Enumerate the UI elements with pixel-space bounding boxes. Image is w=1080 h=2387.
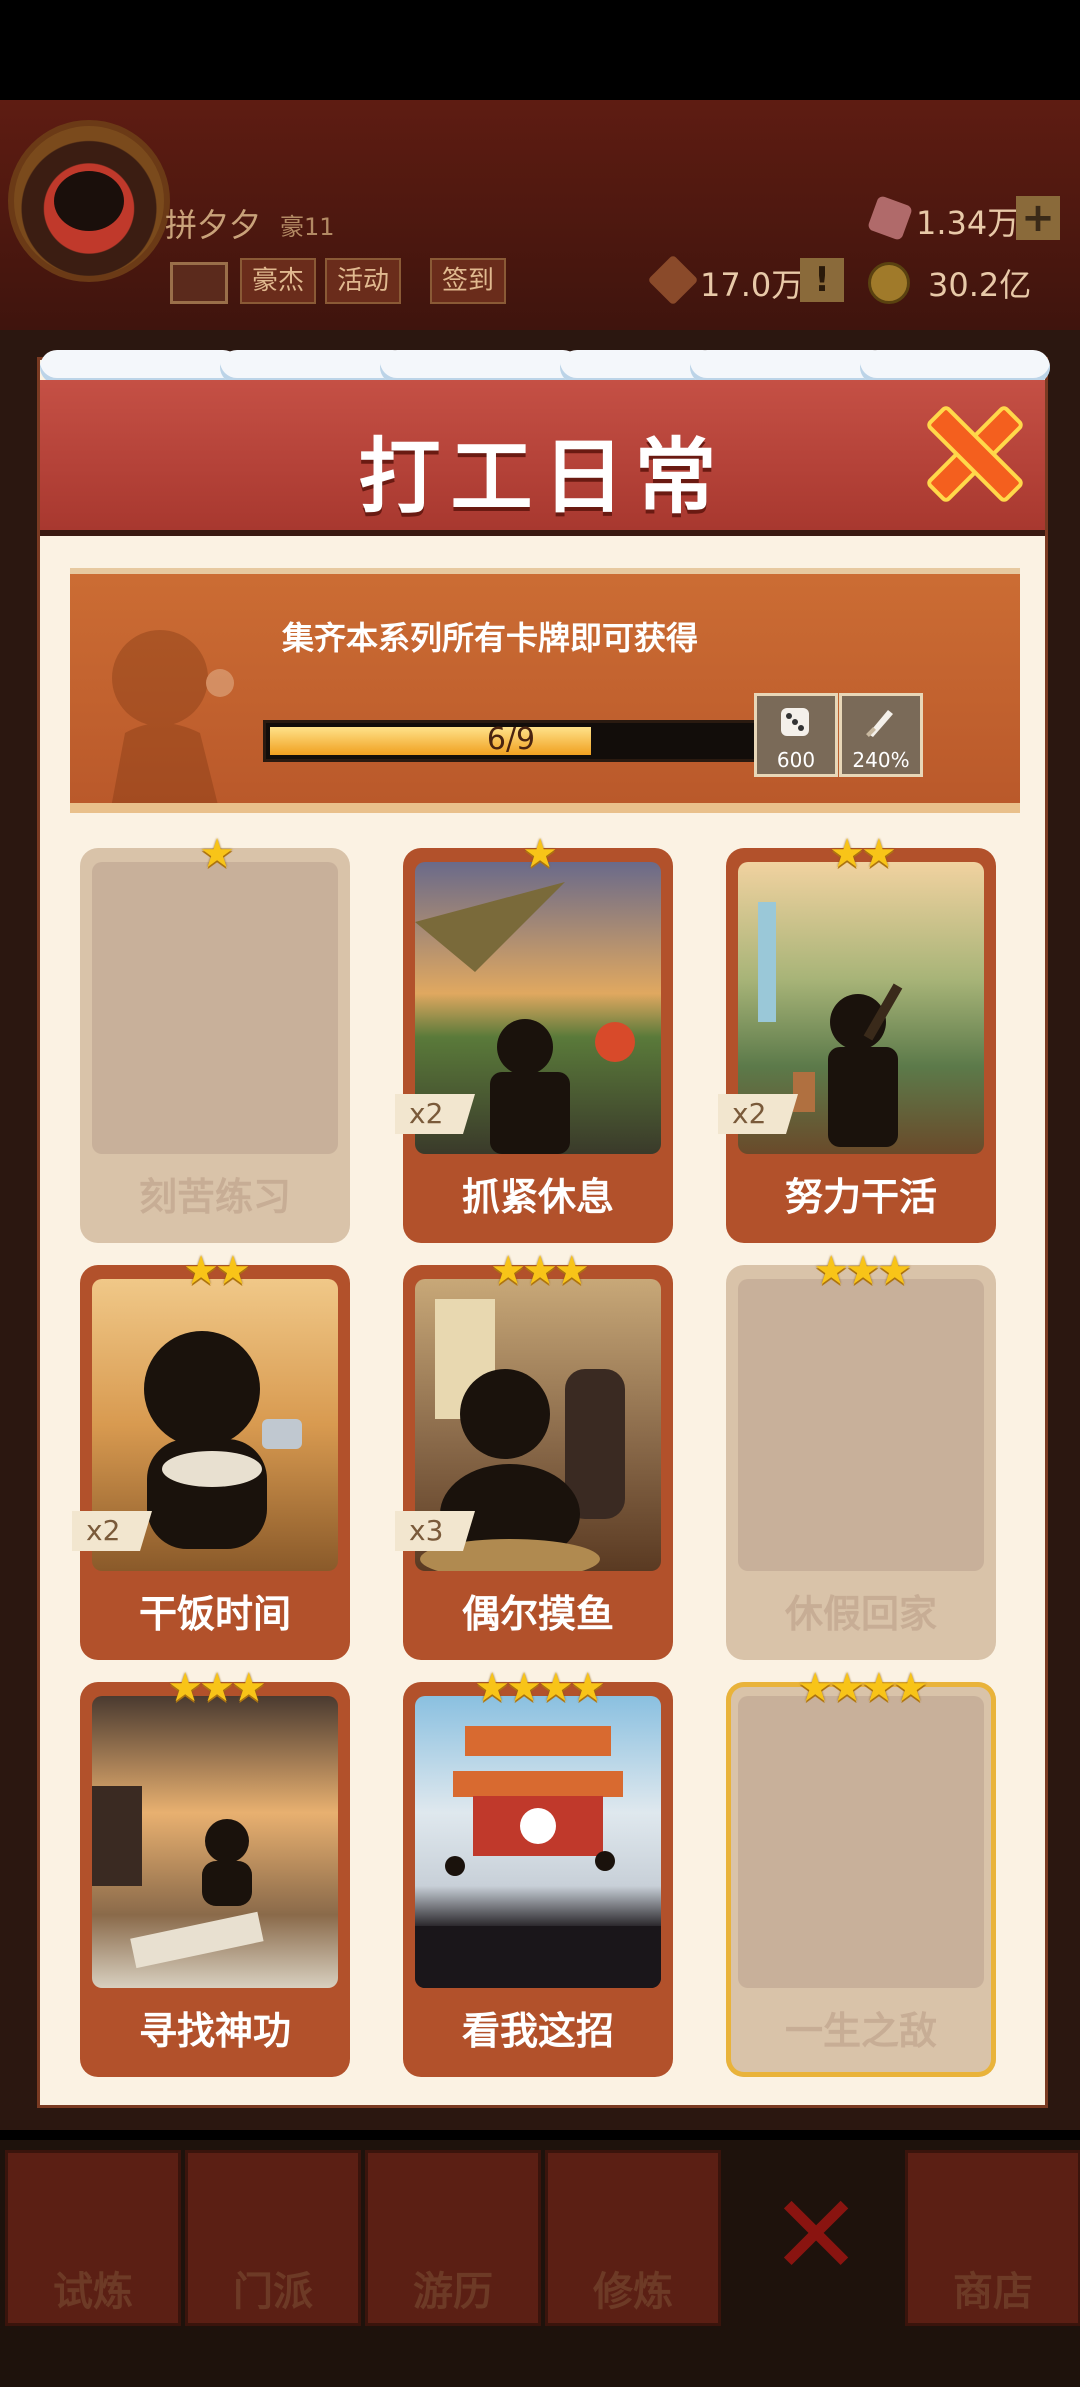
card-art-placeholder <box>738 1279 984 1571</box>
card-stars: ★★★★ <box>797 1665 928 1711</box>
card-stars: ★★★★ <box>474 1665 605 1711</box>
nav-travel-label: 游历 <box>413 2269 493 2315</box>
bottom-nav: 试炼 门派 游历 修炼 ✕ 商店 <box>0 2140 1080 2387</box>
banner-wave-border <box>70 803 1020 813</box>
coins-value: 30.2亿 <box>928 266 1032 304</box>
nav-trial[interactable]: 试炼 <box>5 2150 181 2326</box>
card-4[interactable]: x2 ★★ 干饭时间 <box>72 1251 350 1660</box>
player-hud: 拼夕夕 豪11 豪杰 活动 签到 1.34万 + 17.0万 ! 30.2亿 <box>0 100 1080 330</box>
nav-shop[interactable]: 商店 <box>905 2150 1080 2326</box>
nav-cultivate[interactable]: 修炼 <box>545 2150 721 2326</box>
coin-icon <box>868 262 910 304</box>
card-9[interactable]: ★★★★ 一生之敌 <box>726 1668 996 2077</box>
status-bar-area <box>0 0 1080 100</box>
card-name: 寻找神功 <box>138 2009 291 2053</box>
card-multiplier: x2 <box>72 1511 152 1551</box>
card-name: 抓紧休息 <box>461 1175 614 1219</box>
card-name: 看我这招 <box>461 2009 614 2053</box>
chip-activity[interactable]: 活动 <box>325 258 402 304</box>
card-8[interactable]: ★★★★ 看我这招 <box>403 1668 673 2077</box>
collection-progress-text: 6/9 <box>486 722 536 757</box>
card-art-placeholder <box>92 862 338 1154</box>
card-3[interactable]: x2 ★★ 努力干活 <box>718 834 996 1243</box>
chip-haojie[interactable]: 豪杰 <box>240 258 317 304</box>
tournament-arena-art <box>415 1726 661 1988</box>
card-stars: ★★★ <box>490 1248 590 1294</box>
nav-sect[interactable]: 门派 <box>185 2150 361 2326</box>
dialog-header: 打工日常 <box>40 380 1045 536</box>
close-button[interactable] <box>920 402 1026 505</box>
card-stars: ★ <box>199 831 235 877</box>
mail-icon[interactable] <box>170 262 228 304</box>
dice-icon <box>781 708 809 736</box>
collection-progress-bar: 6/9 <box>263 720 759 762</box>
player-name: 拼夕夕 <box>165 206 262 244</box>
card-name: 休假回家 <box>784 1592 937 1636</box>
card-art <box>92 1696 338 1988</box>
gems-value: 1.34万 <box>916 204 1020 242</box>
card-stars: ★★★ <box>813 1248 913 1294</box>
gem-icon <box>866 194 914 242</box>
nav-sect-label: 门派 <box>233 2269 313 2315</box>
chip-signin[interactable]: 签到 <box>430 258 507 304</box>
nav-trial-label: 试炼 <box>53 2269 133 2315</box>
card-name: 偶尔摸鱼 <box>461 1592 614 1636</box>
power-warning-button[interactable]: ! <box>800 258 844 302</box>
reward-dice[interactable]: 600 <box>754 693 838 777</box>
card-stars: ★ <box>522 831 558 877</box>
card-art <box>415 1696 661 1988</box>
card-2[interactable]: x2 ★ 抓紧休息 <box>395 834 673 1243</box>
card-multiplier: x2 <box>395 1094 475 1134</box>
snow-decoration <box>40 340 1050 384</box>
power-icon <box>647 254 699 306</box>
player-rank: 豪11 <box>280 213 335 241</box>
reward-sword-value: 240% <box>852 748 910 772</box>
card-stars: ★★ <box>183 1248 251 1294</box>
nav-cultivate-label: 修炼 <box>593 2269 673 2315</box>
add-gems-button[interactable]: + <box>1016 196 1060 240</box>
nav-travel[interactable]: 游历 <box>365 2150 541 2326</box>
card-multiplier: x2 <box>718 1094 798 1134</box>
card-stars: ★★★ <box>167 1665 267 1711</box>
card-name: 刻苦练习 <box>138 1175 291 1219</box>
card-art-placeholder <box>738 1696 984 1988</box>
set-reward-banner: 集齐本系列所有卡牌即可获得 6/9 600 240% <box>70 568 1020 813</box>
card-name: 努力干活 <box>784 1175 937 1219</box>
dialog-title: 打工日常 <box>358 430 727 525</box>
sword-icon <box>866 710 893 737</box>
power-value: 17.0万 <box>700 266 804 304</box>
card-stars: ★★ <box>829 831 897 877</box>
card-7[interactable]: ★★★ 寻找神功 <box>80 1668 350 2077</box>
player-avatar[interactable] <box>8 120 170 282</box>
card-5[interactable]: x3 ★★★ 偶尔摸鱼 <box>395 1251 673 1660</box>
card-name: 干饭时间 <box>138 1592 291 1636</box>
card-6[interactable]: ★★★ 休假回家 <box>726 1251 996 1660</box>
searching-ninja-art <box>92 1786 264 1969</box>
nav-close-icon[interactable]: ✕ <box>770 2180 862 2290</box>
set-reward-hint: 集齐本系列所有卡牌即可获得 <box>281 619 698 657</box>
reward-sword[interactable]: 240% <box>839 693 923 777</box>
reward-dice-value: 600 <box>776 748 816 772</box>
card-1[interactable]: ★ 刻苦练习 <box>80 834 350 1243</box>
avatar-face <box>54 171 124 231</box>
card-name: 一生之敌 <box>784 2009 937 2053</box>
nav-shop-label: 商店 <box>953 2269 1033 2315</box>
card-multiplier: x3 <box>395 1511 475 1551</box>
